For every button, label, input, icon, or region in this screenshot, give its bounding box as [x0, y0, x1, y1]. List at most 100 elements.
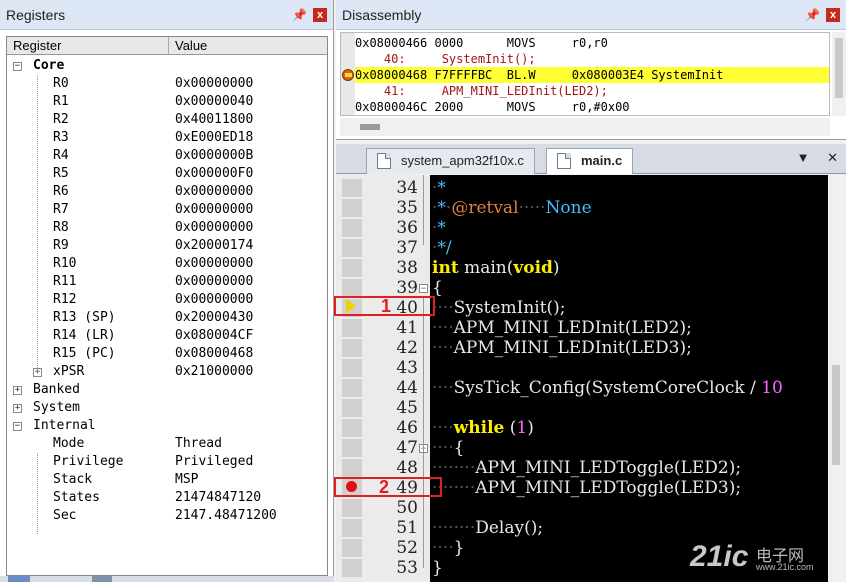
- register-value[interactable]: Privileged: [175, 453, 253, 471]
- register-row[interactable]: R3 0xE000ED18: [7, 129, 327, 147]
- register-value[interactable]: 0x00000000: [175, 291, 253, 309]
- register-value[interactable]: 0x00000000: [175, 201, 253, 219]
- pin-icon[interactable]: 📌: [292, 8, 307, 22]
- scroll-thumb[interactable]: [835, 38, 843, 98]
- register-row[interactable]: Stack MSP: [7, 471, 327, 489]
- register-value[interactable]: 0x20000430: [175, 309, 253, 327]
- register-value[interactable]: Thread: [175, 435, 222, 453]
- register-value[interactable]: 0x0000000B: [175, 147, 253, 165]
- code-line[interactable]: ·*·@retval·····None: [432, 198, 592, 218]
- breakpoint-cell[interactable]: [342, 439, 362, 457]
- register-row[interactable]: Privilege Privileged: [7, 453, 327, 471]
- scroll-thumb[interactable]: [360, 124, 380, 130]
- editor-gutter[interactable]: 34 35 36 37 38 39 40 41 42 43 44 45 46 47 48 49 50 51 52 53…: [336, 175, 430, 582]
- collapse-icon[interactable]: −: [13, 62, 22, 71]
- register-row[interactable]: R8 0x00000000: [7, 219, 327, 237]
- breakpoint-cell[interactable]: [342, 239, 362, 257]
- register-value[interactable]: 0x00000000: [175, 273, 253, 291]
- column-header-register[interactable]: Register: [7, 37, 169, 54]
- tab-menu-icon[interactable]: ▼: [797, 150, 810, 165]
- register-row[interactable]: R4 0x0000000B: [7, 147, 327, 165]
- breakpoint-cell[interactable]: [342, 539, 362, 557]
- register-row[interactable]: Sec 2147.48471200: [7, 507, 327, 525]
- register-value[interactable]: 0x00000000: [175, 219, 253, 237]
- code-line[interactable]: ·*/: [432, 238, 452, 258]
- tab-close-icon[interactable]: ✕: [827, 150, 838, 165]
- breakpoint-cell[interactable]: [342, 419, 362, 437]
- registers-table[interactable]: Register Value − Core R0 0x00000000 R1 0x0000…: [6, 36, 328, 576]
- breakpoint-cell[interactable]: [342, 379, 362, 397]
- register-row[interactable]: R6 0x00000000: [7, 183, 327, 201]
- disassembly-view[interactable]: 0x08000466 0000 MOVS r0,r0 40: SystemIni…: [340, 32, 830, 116]
- breakpoint-cell[interactable]: [342, 519, 362, 537]
- breakpoint-cell[interactable]: [342, 319, 362, 337]
- register-row[interactable]: R14 (LR) 0x080004CF: [7, 327, 327, 345]
- breakpoint-cell[interactable]: [342, 279, 362, 297]
- breakpoint-icon[interactable]: [346, 481, 357, 492]
- column-header-value[interactable]: Value: [169, 37, 327, 54]
- code-line[interactable]: ····SystemInit();: [432, 298, 566, 318]
- expand-icon[interactable]: +: [13, 386, 22, 395]
- code-line[interactable]: ····APM_MINI_LEDInit(LED2);: [432, 318, 692, 338]
- register-value[interactable]: 0x00000000: [175, 255, 253, 273]
- disassembly-line[interactable]: 0x0800046C 2000 MOVS r0,#0x00: [355, 99, 829, 115]
- register-row[interactable]: R1 0x00000040: [7, 93, 327, 111]
- register-value[interactable]: 0x21000000: [175, 363, 253, 381]
- register-value[interactable]: 0x00000000: [175, 75, 253, 93]
- breakpoint-cell[interactable]: [342, 559, 362, 577]
- code-line[interactable]: ····while (1): [432, 418, 534, 438]
- breakpoint-cell[interactable]: [342, 359, 362, 377]
- code-line[interactable]: }: [432, 558, 443, 578]
- breakpoint-cell[interactable]: [342, 259, 362, 277]
- breakpoint-cell[interactable]: [342, 459, 362, 477]
- register-value[interactable]: 0x000000F0: [175, 165, 253, 183]
- code-line[interactable]: ········APM_MINI_LEDToggle(LED3);: [432, 478, 741, 498]
- disassembly-close-button[interactable]: x: [826, 8, 840, 22]
- register-group-core[interactable]: − Core: [7, 57, 327, 75]
- breakpoint-cell[interactable]: [342, 339, 362, 357]
- fold-icon[interactable]: −: [419, 284, 428, 293]
- expand-icon[interactable]: +: [13, 404, 22, 413]
- register-value[interactable]: 21474847120: [175, 489, 261, 507]
- breakpoint-cell[interactable]: [342, 219, 362, 237]
- breakpoint-cell[interactable]: [342, 199, 362, 217]
- breakpoint-cell[interactable]: [342, 179, 362, 197]
- disassembly-current-line[interactable]: 0x08000468 F7FFFFBC BL.W 0x080003E4 Syst…: [355, 67, 829, 83]
- editor-vscrollbar[interactable]: [828, 175, 846, 582]
- register-row[interactable]: R11 0x00000000: [7, 273, 327, 291]
- register-value[interactable]: 0x40011800: [175, 111, 253, 129]
- scroll-thumb[interactable]: [832, 365, 840, 465]
- register-value[interactable]: 0x00000000: [175, 183, 253, 201]
- register-value[interactable]: MSP: [175, 471, 198, 489]
- register-row[interactable]: R0 0x00000000: [7, 75, 327, 93]
- pin-icon[interactable]: 📌: [805, 8, 820, 22]
- register-row[interactable]: States 21474847120: [7, 489, 327, 507]
- disassembly-vscrollbar[interactable]: [832, 32, 846, 116]
- code-line[interactable]: {: [432, 278, 443, 298]
- code-line[interactable]: ········APM_MINI_LEDToggle(LED2);: [432, 458, 741, 478]
- tab-system-apm32f10x[interactable]: system_apm32f10x.c: [366, 148, 535, 174]
- register-value[interactable]: 0x20000174: [175, 237, 253, 255]
- collapse-icon[interactable]: −: [13, 422, 22, 431]
- code-line[interactable]: ····APM_MINI_LEDInit(LED3);: [432, 338, 692, 358]
- register-row[interactable]: + xPSR 0x21000000: [7, 363, 327, 381]
- code-line[interactable]: ····}: [432, 538, 464, 558]
- register-value[interactable]: 2147.48471200: [175, 507, 277, 525]
- register-value[interactable]: 0x08000468: [175, 345, 253, 363]
- register-row[interactable]: R5 0x000000F0: [7, 165, 327, 183]
- disassembly-line[interactable]: 40: SystemInit();: [355, 51, 829, 67]
- disassembly-hscrollbar[interactable]: [340, 118, 830, 136]
- tab-main-c[interactable]: main.c: [546, 148, 634, 174]
- register-value[interactable]: 0x00000040: [175, 93, 253, 111]
- register-row[interactable]: Mode Thread: [7, 435, 327, 453]
- register-group-system[interactable]: + System: [7, 399, 327, 417]
- code-line[interactable]: ········Delay();: [432, 518, 543, 538]
- register-row[interactable]: R15 (PC) 0x08000468: [7, 345, 327, 363]
- breakpoint-cell[interactable]: [342, 499, 362, 517]
- code-line[interactable]: ·*: [432, 178, 446, 198]
- register-group-banked[interactable]: + Banked: [7, 381, 327, 399]
- registers-close-button[interactable]: x: [313, 8, 327, 22]
- disassembly-line[interactable]: 41: APM_MINI_LEDInit(LED2);: [355, 83, 829, 99]
- register-group-internal[interactable]: − Internal: [7, 417, 327, 435]
- register-row[interactable]: R10 0x00000000: [7, 255, 327, 273]
